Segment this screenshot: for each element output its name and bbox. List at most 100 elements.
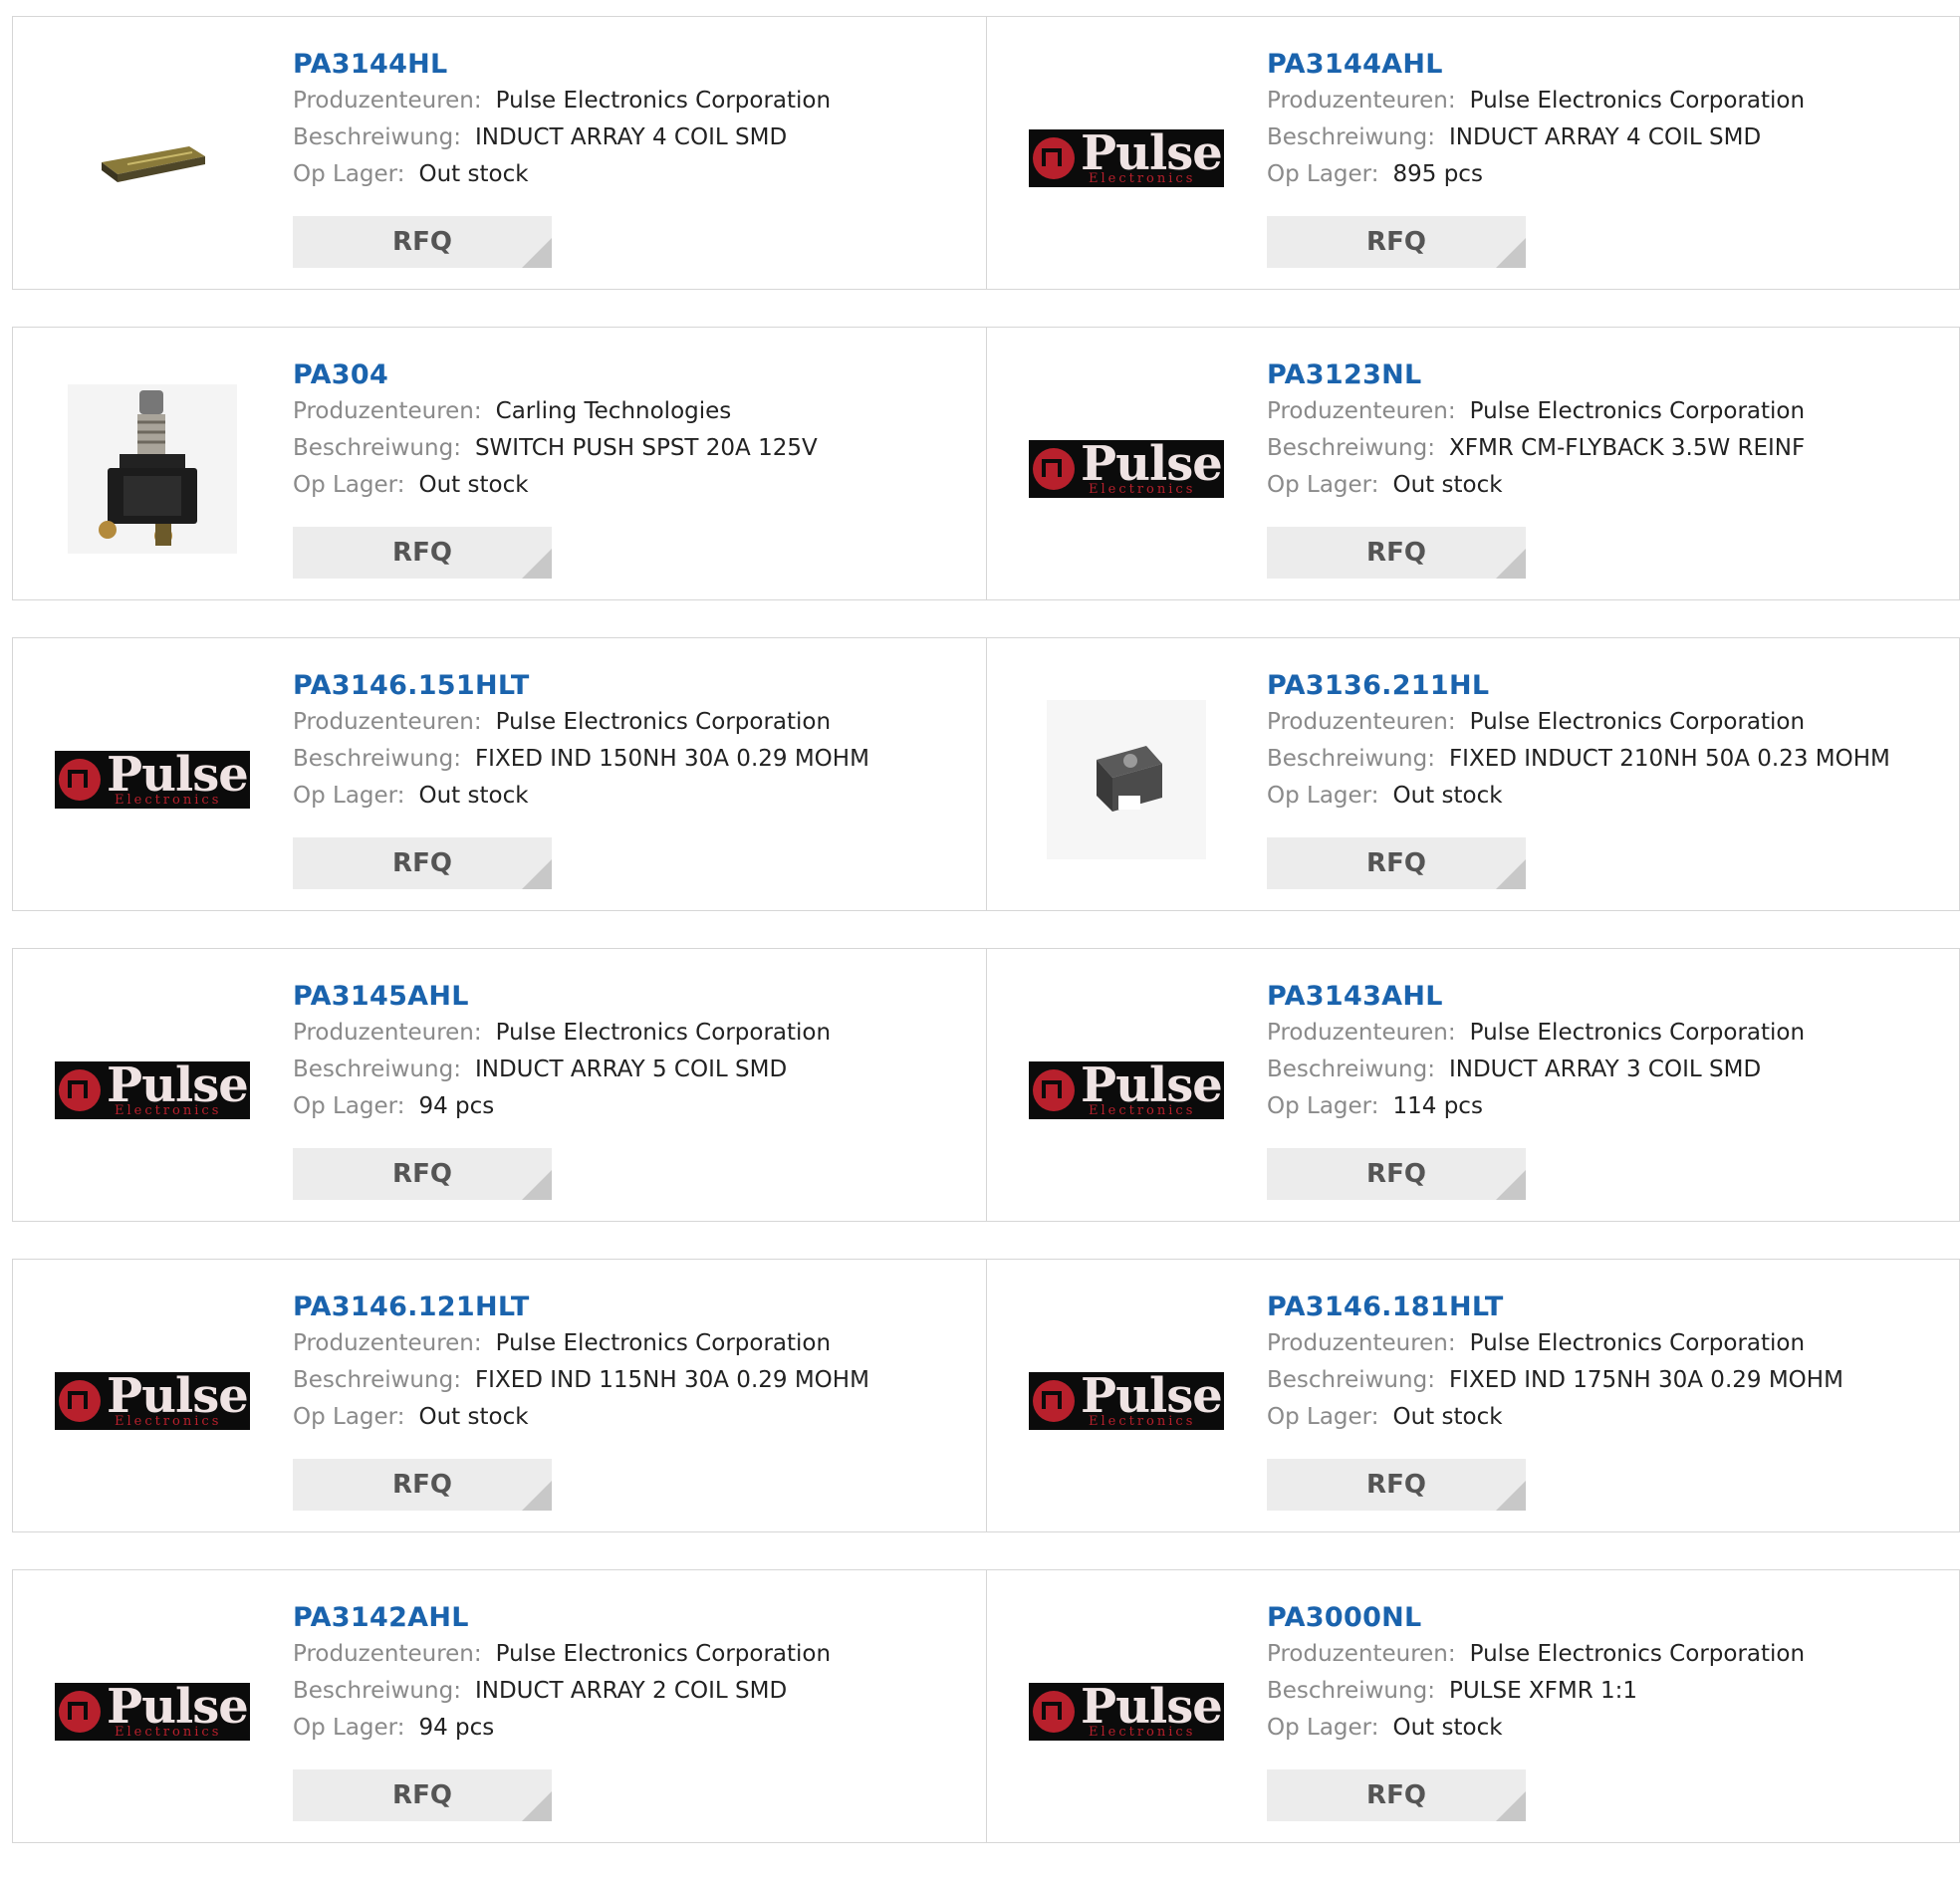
manufacturer-row: Produzenteuren: Pulse Electronics Corpora… <box>1267 1015 1944 1052</box>
product-thumbnail[interactable] <box>53 59 252 258</box>
logo-sub: Electronics <box>115 1103 222 1118</box>
product-thumbnail[interactable]: Pulse Electronics <box>1027 1301 1226 1501</box>
part-number-link[interactable]: PA3143AHL <box>1267 979 1944 1015</box>
manufacturer-label: Produzenteuren: <box>293 1020 482 1046</box>
description-value: FIXED IND 175NH 30A 0.29 MOHM <box>1448 1367 1843 1393</box>
description-label: Beschreiwung: <box>293 746 461 772</box>
product-thumbnail[interactable]: Pulse Electronics <box>53 680 252 879</box>
product-card: Pulse Electronics PA3146.121HLT Produzent… <box>12 1259 987 1532</box>
part-number-link[interactable]: PA3136.211HL <box>1267 668 1944 704</box>
rfq-button[interactable]: RFQ <box>293 527 552 579</box>
part-number-link[interactable]: PA3146.121HLT <box>293 1290 970 1325</box>
product-card: Pulse Electronics PA3144AHL Produzenteure… <box>987 16 1960 290</box>
rfq-button[interactable]: RFQ <box>293 837 552 889</box>
product-row: Pulse Electronics PA3145AHL Produzenteure… <box>12 948 1960 1222</box>
corner-decoration <box>1496 1791 1526 1821</box>
stock-row: Op Lager: Out stock <box>1267 778 1944 815</box>
rfq-button[interactable]: RFQ <box>1267 527 1526 579</box>
product-info: PA3145AHL Produzenteuren: Pulse Electroni… <box>293 979 970 1125</box>
product-card: Pulse Electronics PA3146.151HLT Produzent… <box>12 637 987 911</box>
rfq-button[interactable]: RFQ <box>1267 1148 1526 1200</box>
description-row: Beschreiwung: INDUCT ARRAY 2 COIL SMD <box>293 1673 970 1710</box>
rfq-button[interactable]: RFQ <box>1267 1769 1526 1821</box>
manufacturer-value: Pulse Electronics Corporation <box>1469 1641 1806 1667</box>
rfq-button[interactable]: RFQ <box>293 1459 552 1511</box>
part-number-link[interactable]: PA3123NL <box>1267 357 1944 393</box>
product-thumbnail[interactable] <box>53 369 252 569</box>
stock-row: Op Lager: Out stock <box>293 156 970 193</box>
product-thumbnail[interactable]: Pulse Electronics <box>1027 1612 1226 1811</box>
rfq-label: RFQ <box>1366 1159 1426 1189</box>
pulse-mark-icon <box>1033 1380 1075 1422</box>
stock-row: Op Lager: Out stock <box>1267 467 1944 504</box>
rfq-button[interactable]: RFQ <box>1267 1459 1526 1511</box>
part-number-link[interactable]: PA3142AHL <box>293 1600 970 1636</box>
part-number-link[interactable]: PA3000NL <box>1267 1600 1944 1636</box>
part-number-link[interactable]: PA304 <box>293 357 970 393</box>
product-info: PA3146.121HLT Produzenteuren: Pulse Elect… <box>293 1290 970 1436</box>
description-value: FIXED IND 115NH 30A 0.29 MOHM <box>474 1367 869 1393</box>
stock-value: Out stock <box>1392 1715 1503 1741</box>
product-info: PA3142AHL Produzenteuren: Pulse Electroni… <box>293 1600 970 1747</box>
description-row: Beschreiwung: SWITCH PUSH SPST 20A 125V <box>293 430 970 467</box>
manufacturer-label: Produzenteuren: <box>1267 1020 1456 1046</box>
manufacturer-value: Pulse Electronics Corporation <box>1469 709 1806 735</box>
corner-decoration <box>522 1791 552 1821</box>
rfq-button[interactable]: RFQ <box>293 216 552 268</box>
product-info: PA304 Produzenteuren: Carling Technologie… <box>293 357 970 504</box>
manufacturer-row: Produzenteuren: Pulse Electronics Corpora… <box>1267 393 1944 430</box>
rfq-label: RFQ <box>392 538 452 568</box>
manufacturer-value: Pulse Electronics Corporation <box>1469 88 1806 114</box>
stock-value: Out stock <box>418 472 529 498</box>
pulse-mark-icon <box>1033 1069 1075 1111</box>
part-number-link[interactable]: PA3144AHL <box>1267 47 1944 83</box>
part-number-link[interactable]: PA3145AHL <box>293 979 970 1015</box>
pulse-logo-icon: Pulse Electronics <box>55 1061 250 1119</box>
stock-label: Op Lager: <box>1267 783 1379 809</box>
product-thumbnail[interactable]: Pulse Electronics <box>1027 59 1226 258</box>
manufacturer-value: Pulse Electronics Corporation <box>495 1020 832 1046</box>
stock-row: Op Lager: 114 pcs <box>1267 1088 1944 1125</box>
rfq-label: RFQ <box>392 1470 452 1500</box>
stock-value: 94 pcs <box>418 1715 495 1741</box>
stock-value: Out stock <box>1392 1404 1503 1430</box>
description-value: PULSE XFMR 1:1 <box>1448 1678 1638 1704</box>
corner-decoration <box>1496 1481 1526 1511</box>
stock-value: Out stock <box>418 783 529 809</box>
logo-sub: Electronics <box>1089 482 1196 497</box>
stock-row: Op Lager: Out stock <box>293 778 970 815</box>
rfq-label: RFQ <box>392 848 452 878</box>
rfq-button[interactable]: RFQ <box>1267 216 1526 268</box>
rfq-label: RFQ <box>1366 1780 1426 1810</box>
pulse-mark-icon <box>1033 448 1075 490</box>
product-thumbnail[interactable]: Pulse Electronics <box>1027 369 1226 569</box>
part-number-link[interactable]: PA3146.151HLT <box>293 668 970 704</box>
corner-decoration <box>522 549 552 579</box>
description-value: FIXED INDUCT 210NH 50A 0.23 MOHM <box>1448 746 1890 772</box>
product-thumbnail[interactable] <box>1027 680 1226 879</box>
rfq-button[interactable]: RFQ <box>1267 837 1526 889</box>
product-thumbnail[interactable]: Pulse Electronics <box>53 1301 252 1501</box>
part-number-link[interactable]: PA3146.181HLT <box>1267 1290 1944 1325</box>
pulse-logo-icon: Pulse Electronics <box>1029 440 1224 498</box>
product-card: PA3136.211HL Produzenteuren: Pulse Electr… <box>987 637 1960 911</box>
logo-sub: Electronics <box>115 1414 222 1429</box>
product-thumbnail[interactable]: Pulse Electronics <box>53 991 252 1190</box>
description-label: Beschreiwung: <box>293 1057 461 1082</box>
rfq-label: RFQ <box>1366 848 1426 878</box>
manufacturer-label: Produzenteuren: <box>293 88 482 114</box>
rfq-button[interactable]: RFQ <box>293 1769 552 1821</box>
manufacturer-row: Produzenteuren: Carling Technologies <box>293 393 970 430</box>
stock-value: 895 pcs <box>1392 161 1483 187</box>
logo-sub: Electronics <box>115 793 222 808</box>
product-thumbnail[interactable]: Pulse Electronics <box>1027 991 1226 1190</box>
description-label: Beschreiwung: <box>1267 124 1435 150</box>
rfq-button[interactable]: RFQ <box>293 1148 552 1200</box>
corner-decoration <box>522 859 552 889</box>
part-number-link[interactable]: PA3144HL <box>293 47 970 83</box>
manufacturer-row: Produzenteuren: Pulse Electronics Corpora… <box>1267 704 1944 741</box>
product-row: Pulse Electronics PA3142AHL Produzenteure… <box>12 1569 1960 1843</box>
product-thumbnail[interactable]: Pulse Electronics <box>53 1612 252 1811</box>
description-value: FIXED IND 150NH 30A 0.29 MOHM <box>474 746 869 772</box>
rfq-label: RFQ <box>1366 1470 1426 1500</box>
